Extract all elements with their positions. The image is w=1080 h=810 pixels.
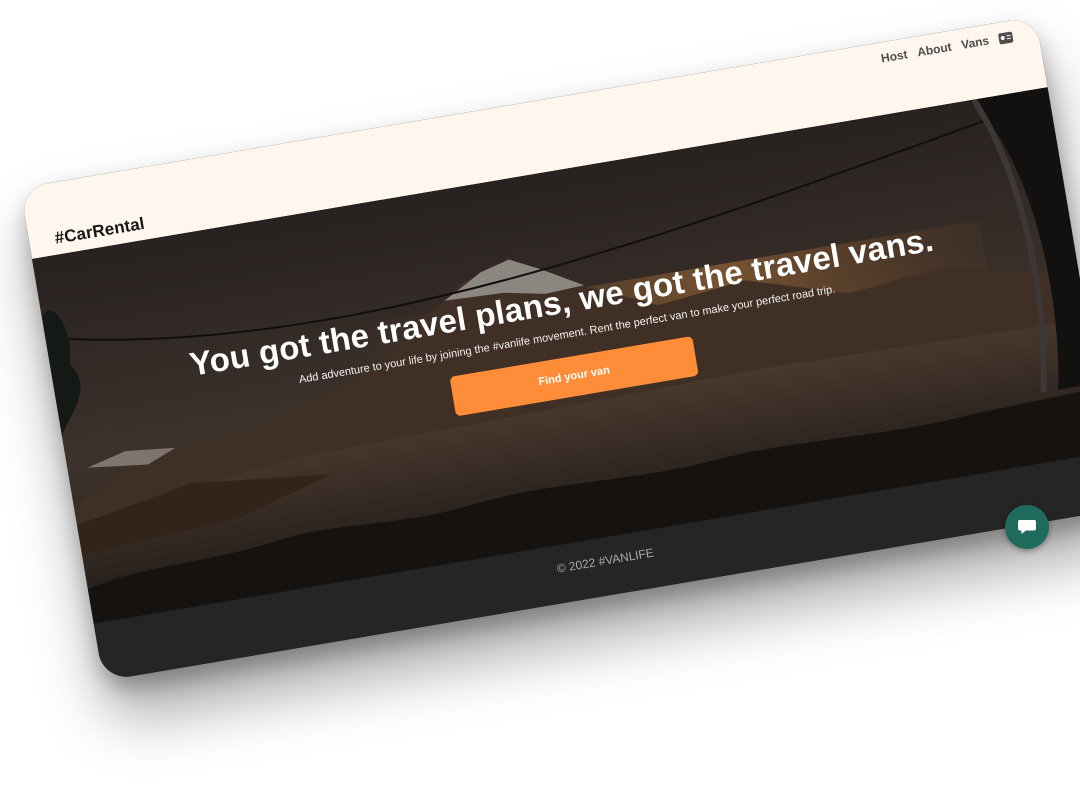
nav-links: Host About Vans — [880, 29, 1014, 65]
nav-link-host[interactable]: Host — [880, 47, 909, 65]
footer-copyright: © 2022 #VANLIFE — [555, 545, 655, 576]
chat-button[interactable] — [1005, 505, 1049, 549]
user-card-icon[interactable] — [997, 30, 1014, 45]
nav-link-vans[interactable]: Vans — [960, 33, 990, 51]
browser-page-card: #CarRental Host About Vans You got the t… — [20, 16, 1080, 681]
screenshot-stage: #CarRental Host About Vans You got the t… — [0, 0, 1080, 810]
nav-link-about[interactable]: About — [916, 40, 953, 60]
chat-bubble-icon — [1018, 520, 1036, 534]
